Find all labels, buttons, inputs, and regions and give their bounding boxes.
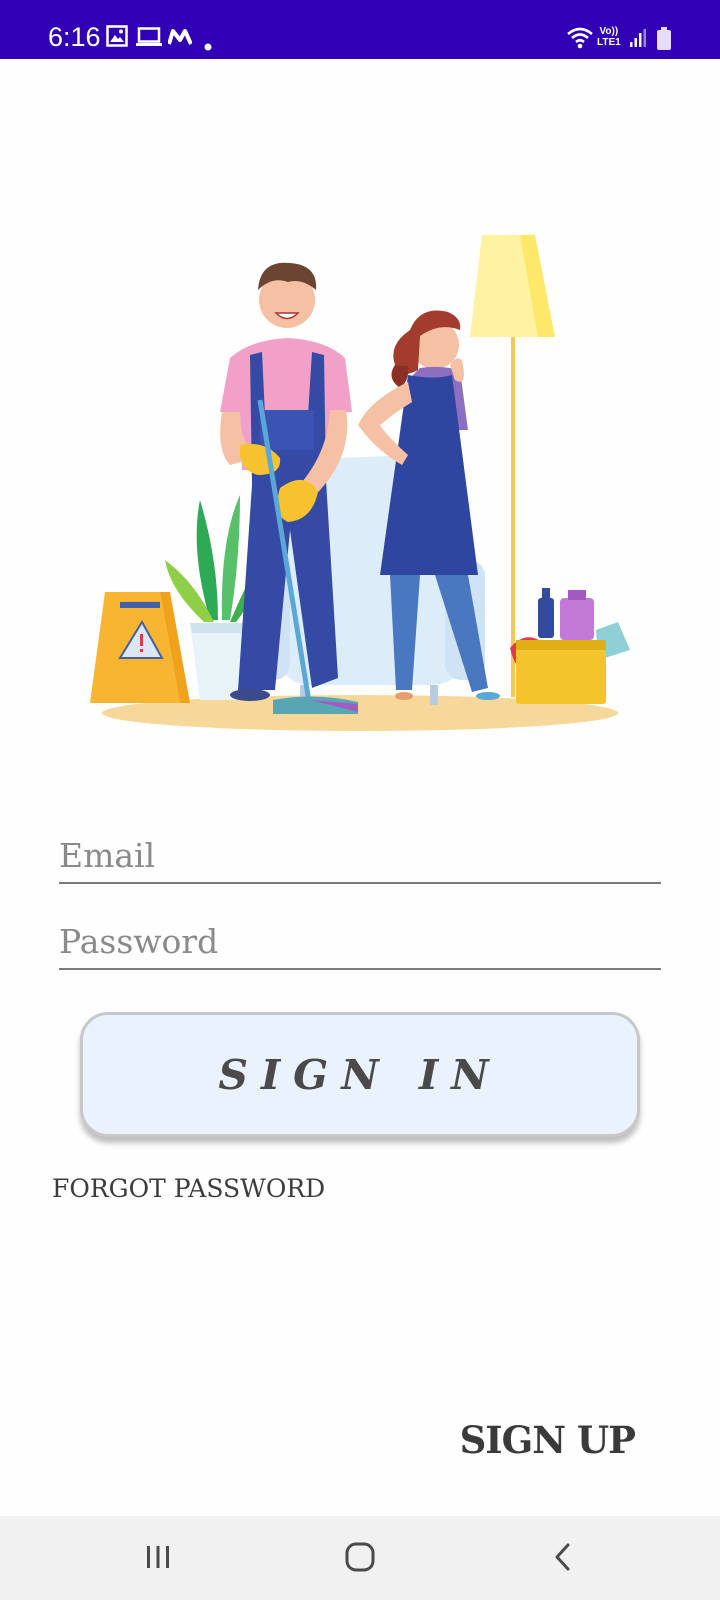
navigation-bar xyxy=(0,1516,720,1600)
forgot-password-link[interactable]: FORGOT PASSWORD xyxy=(52,1174,325,1203)
wifi-icon xyxy=(566,26,594,54)
home-icon[interactable] xyxy=(336,1536,384,1580)
status-time: 6:16 xyxy=(48,22,101,52)
m-logo-icon xyxy=(167,29,193,49)
laptop-icon xyxy=(136,27,162,51)
status-bar: 6:16 Vo)) LTE1 xyxy=(0,0,720,59)
lte-text: LTE1 xyxy=(597,37,621,48)
password-input[interactable] xyxy=(59,910,661,968)
volte-text: Vo)) xyxy=(599,26,619,37)
sign-in-label: SIGN IN xyxy=(218,1050,502,1099)
dot-icon xyxy=(204,36,212,55)
sign-in-button[interactable]: SIGN IN xyxy=(80,1012,640,1137)
sign-up-link[interactable]: SIGN UP xyxy=(460,1418,636,1462)
recent-apps-icon[interactable] xyxy=(134,1536,182,1580)
email-input[interactable] xyxy=(59,824,661,882)
email-field[interactable] xyxy=(59,824,661,884)
gallery-icon xyxy=(106,25,128,51)
signal-icon xyxy=(630,28,646,52)
cleaning-staff-illustration xyxy=(90,230,630,760)
battery-icon xyxy=(657,27,671,55)
password-field[interactable] xyxy=(59,910,661,970)
volte-icon: Vo)) LTE1 xyxy=(597,27,621,49)
back-icon[interactable] xyxy=(540,1536,588,1580)
